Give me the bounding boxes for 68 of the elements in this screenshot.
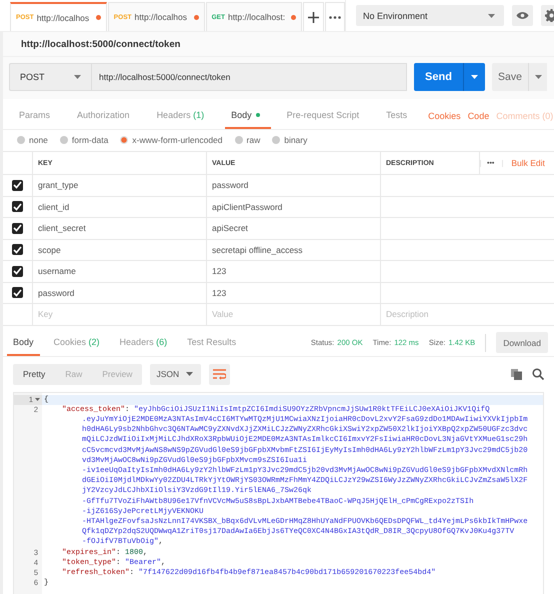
body-mode-radio[interactable]: raw xyxy=(234,135,260,145)
request-section-tab[interactable]: Tests xyxy=(380,103,418,129)
request-section-tab[interactable]: Authorization xyxy=(71,103,141,129)
checkbox[interactable] xyxy=(12,222,23,234)
ellipsis-icon xyxy=(328,16,341,18)
checkbox[interactable] xyxy=(12,201,23,212)
eye-button[interactable] xyxy=(512,5,533,26)
wrap-lines-icon xyxy=(213,368,226,380)
body-mode-radio[interactable]: x-www-form-urlencoded xyxy=(120,135,223,145)
table-cell: username xyxy=(33,261,207,282)
table-cell: 123 xyxy=(207,282,381,303)
copy-icon[interactable] xyxy=(511,368,522,380)
eye-icon xyxy=(516,11,529,20)
body-mode-radio[interactable]: none xyxy=(17,135,48,145)
caret-icon xyxy=(488,14,495,18)
table-cell: secretapi offline_access xyxy=(207,240,381,260)
search-icon[interactable] xyxy=(532,368,544,380)
url-field[interactable]: http://localhost:5000/connect/token xyxy=(91,63,407,91)
table-cell: client_id xyxy=(33,196,207,217)
bulk-edit-link[interactable]: Bulk Edit xyxy=(511,158,545,168)
checkbox[interactable] xyxy=(12,180,23,191)
send-menu-button[interactable] xyxy=(463,63,485,91)
request-title: http://localhost:5000/connect/token xyxy=(3,32,554,57)
body-mode-radio[interactable]: binary xyxy=(272,135,308,145)
checkbox[interactable] xyxy=(12,244,23,256)
description-field[interactable]: Description xyxy=(381,304,547,324)
table-cell: grant_type xyxy=(33,175,207,196)
key-field[interactable]: Key xyxy=(33,304,207,324)
wrap-button[interactable] xyxy=(209,364,230,384)
caret-icon xyxy=(534,75,542,79)
caret-icon xyxy=(471,75,478,79)
response-tab[interactable]: Test Results xyxy=(181,330,242,356)
tab-url: http://localhos xyxy=(36,12,90,22)
response-tab[interactable]: Cookies (2) xyxy=(48,330,106,356)
table-cell: scope xyxy=(33,240,207,260)
tab-url: http://localhos xyxy=(134,12,187,22)
table-cell: 123 xyxy=(207,261,381,282)
save-button[interactable]: Save xyxy=(492,63,528,91)
request-section-tab[interactable]: Pre-request Script xyxy=(280,103,370,129)
link[interactable]: Cookies xyxy=(428,111,461,121)
table-cell: password xyxy=(33,282,207,303)
table-cell: apiSecret xyxy=(207,218,381,238)
checkbox[interactable] xyxy=(12,287,23,298)
tab-url: http://localhost: xyxy=(228,12,286,22)
method-dropdown[interactable]: POST xyxy=(9,63,91,91)
value-field[interactable]: Value xyxy=(207,304,381,324)
response-tab[interactable]: Headers (6) xyxy=(114,330,174,356)
format-dropdown[interactable]: JSON xyxy=(150,364,202,384)
new-tab-button[interactable] xyxy=(303,2,324,31)
response-tab[interactable]: Body xyxy=(7,330,40,356)
caret-icon xyxy=(74,75,81,79)
environment-dropdown[interactable]: No Environment xyxy=(356,5,504,26)
view-mode-button[interactable]: Pretty xyxy=(13,364,56,384)
request-section-tab[interactable]: Body xyxy=(225,103,271,129)
plus-icon xyxy=(308,12,320,22)
table-cell: client_secret xyxy=(33,218,207,238)
request-section-tab[interactable]: Headers (1) xyxy=(150,103,216,129)
table-cell: apiClientPassword xyxy=(207,196,381,217)
send-button[interactable]: Send xyxy=(414,63,463,91)
fold-arrow-icon[interactable] xyxy=(35,398,40,402)
save-menu-button[interactable] xyxy=(528,63,547,91)
download-button[interactable]: Download xyxy=(496,332,548,353)
body-mode-radio[interactable]: form-data xyxy=(60,135,108,145)
checkbox[interactable] xyxy=(12,266,23,277)
caret-icon xyxy=(186,372,194,376)
request-section-tab[interactable]: Params xyxy=(13,103,62,129)
link[interactable]: Code xyxy=(468,111,490,121)
table-cell: password xyxy=(207,175,381,196)
